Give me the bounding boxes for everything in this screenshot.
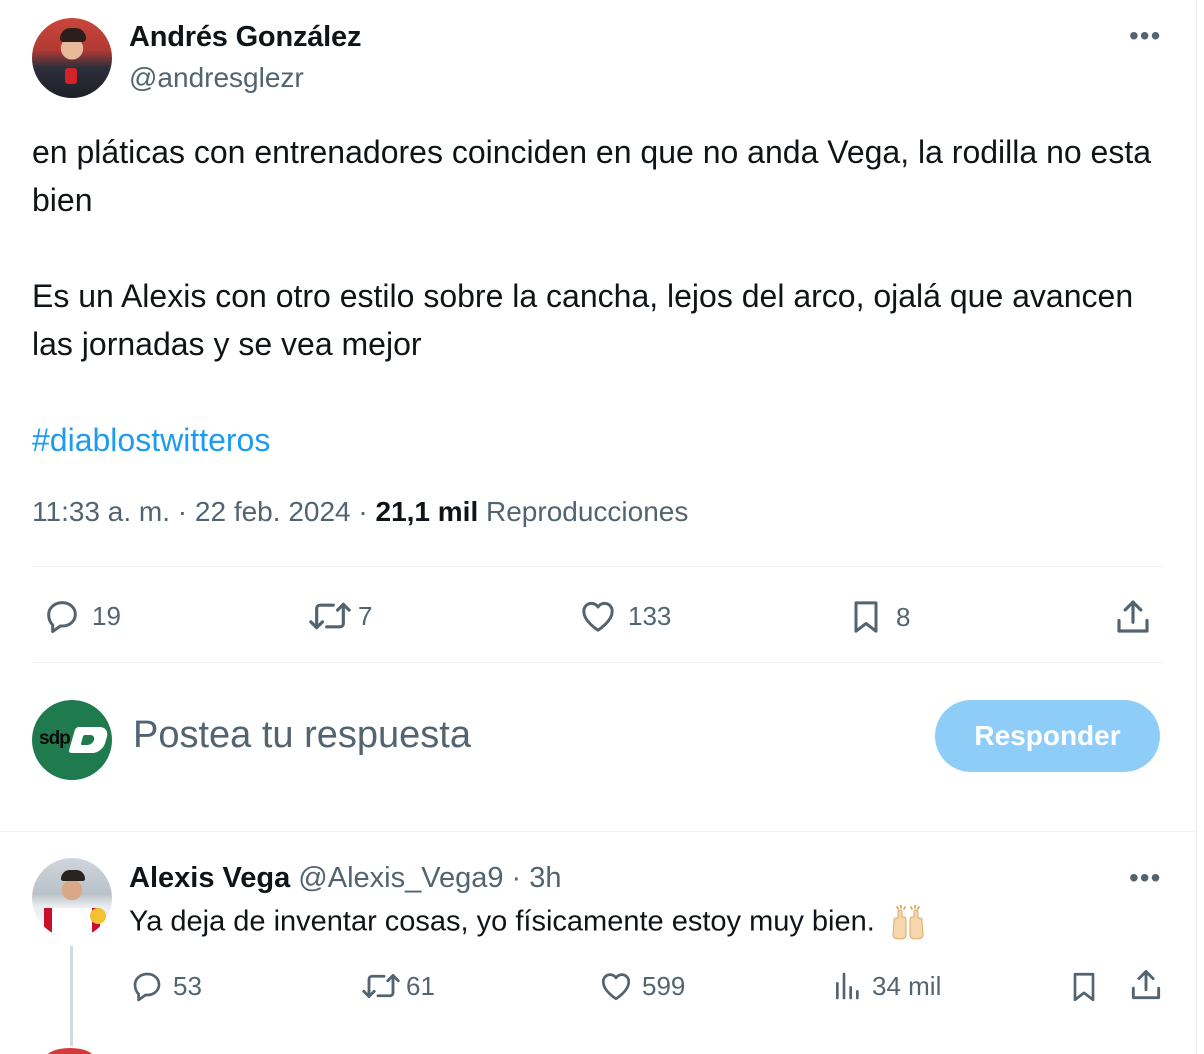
more-options-icon[interactable]: ••• (1129, 22, 1161, 50)
hashtag-link[interactable]: #diablostwitteros (32, 416, 270, 464)
reply-reply-count: 53 (173, 970, 202, 1001)
tweet-paragraph-1: en pláticas con entrenadores coinciden e… (32, 134, 1152, 218)
current-user-avatar[interactable]: sdp (32, 700, 112, 780)
views-label: Reproducciones (486, 496, 689, 527)
avatar-hair (60, 28, 86, 42)
tweet-meta: 11:33 a. m. · 22 feb. 2024 · 21,1 mil Re… (32, 496, 689, 527)
like-action[interactable]: 133 (578, 596, 671, 636)
reply-views-count: 34 mil (872, 970, 942, 1001)
author-name[interactable]: Andrés González (129, 21, 361, 54)
retweet-icon (362, 974, 400, 998)
reply-more-options-icon[interactable]: ••• (1129, 864, 1161, 892)
bookmark-action[interactable]: 8 (846, 596, 910, 638)
share-icon (1117, 600, 1149, 633)
raising-hands-icon (892, 905, 924, 940)
heart-icon (582, 601, 614, 632)
reply-retweet-action[interactable]: 61 (360, 968, 435, 1004)
bookmark-icon (1073, 972, 1095, 1002)
retweet-icon (309, 602, 351, 630)
reply-like-count: 599 (642, 970, 686, 1001)
like-count: 133 (628, 600, 672, 631)
bookmark-count: 8 (896, 601, 911, 632)
divider (32, 662, 1164, 663)
retweet-count: 7 (358, 600, 373, 631)
author-handle[interactable]: @andresglezr (129, 62, 304, 94)
avatar-logo-text: sdp (39, 728, 71, 749)
reply-views-action[interactable]: 34 mil (832, 968, 941, 1004)
tweet-time[interactable]: 11:33 a. m. (32, 496, 170, 527)
reply-submit-button[interactable]: Responder (935, 700, 1160, 772)
section-divider (0, 831, 1196, 832)
tweet-date[interactable]: 22 feb. 2024 (195, 496, 351, 527)
reply-text: Ya deja de inventar cosas, yo físicament… (129, 905, 927, 941)
reply-icon (133, 972, 161, 1002)
reply-author-name[interactable]: Alexis Vega (129, 862, 290, 894)
retweet-action[interactable]: 7 (306, 596, 372, 636)
views-count: 21,1 mil (375, 496, 479, 527)
reply-text-body: Ya deja de inventar cosas, yo físicament… (129, 905, 875, 938)
heart-icon (601, 973, 631, 1001)
next-avatar-peek (46, 1048, 94, 1054)
reply-author-avatar[interactable] (32, 858, 112, 938)
avatar-microphone (65, 68, 77, 84)
timeline-border (1196, 0, 1197, 1054)
share-icon (1131, 970, 1161, 1000)
share-action[interactable] (1112, 596, 1154, 638)
reply-author-meta[interactable]: @Alexis_Vega9 · 3h (298, 862, 561, 894)
reply-action[interactable]: 19 (42, 596, 121, 636)
reply-input[interactable]: Postea tu respuesta (133, 714, 471, 757)
author-avatar[interactable] (32, 18, 112, 98)
analytics-icon (836, 972, 859, 1000)
reply-icon (47, 601, 77, 633)
reply-retweet-count: 61 (406, 970, 435, 1001)
bookmark-icon (854, 601, 878, 633)
thread-connector (70, 946, 73, 1046)
reply-like-action[interactable]: 599 (598, 968, 685, 1004)
avatar-flower (90, 908, 106, 924)
reply-count: 19 (92, 600, 121, 631)
divider (32, 566, 1164, 567)
reply-header: Alexis Vega @Alexis_Vega9 · 3h (129, 862, 562, 895)
avatar-logo-shape (68, 727, 110, 753)
tweet-text: en pláticas con entrenadores coinciden e… (32, 128, 1172, 368)
reply-share-action[interactable] (1127, 966, 1165, 1004)
tweet-paragraph-2: Es un Alexis con otro estilo sobre la ca… (32, 278, 1134, 362)
reply-bookmark-action[interactable] (1066, 968, 1102, 1006)
reply-reply-action[interactable]: 53 (129, 968, 202, 1004)
avatar-hair (61, 870, 85, 881)
